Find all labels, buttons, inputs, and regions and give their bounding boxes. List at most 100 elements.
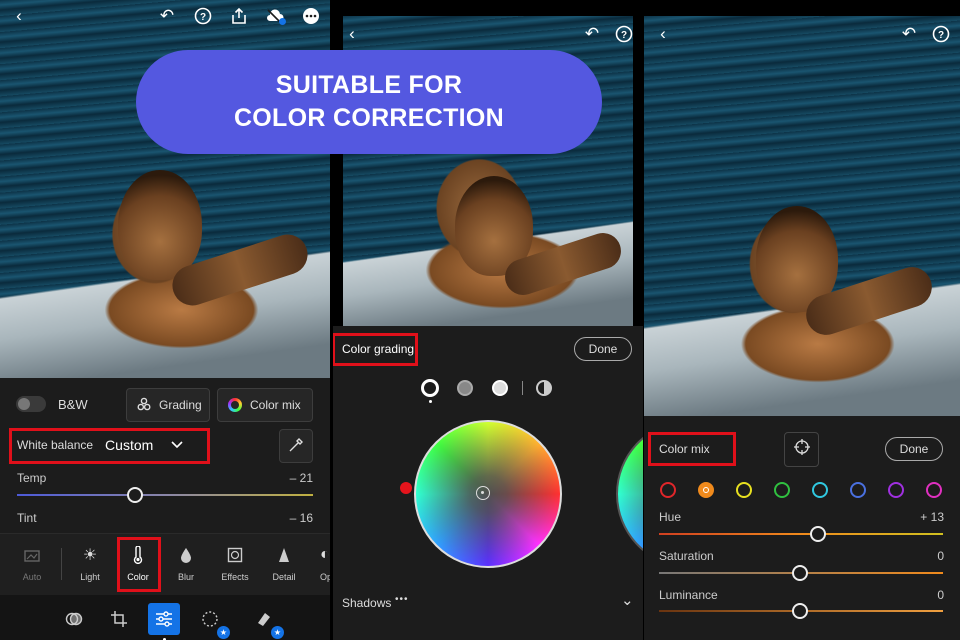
help-icon[interactable]: ? xyxy=(613,23,635,45)
grading-label: Grading xyxy=(159,398,202,412)
drop-icon xyxy=(163,544,209,566)
color-swatch-2[interactable] xyxy=(736,482,752,498)
temp-slider-track[interactable] xyxy=(17,494,313,496)
help-icon[interactable]: ? xyxy=(930,23,952,45)
white-balance-row[interactable]: White balance Custom xyxy=(17,437,183,453)
color-swatch-0[interactable] xyxy=(660,482,676,498)
tool-auto[interactable]: Auto xyxy=(9,544,55,582)
white-balance-value[interactable]: Custom xyxy=(105,437,153,453)
undo-icon[interactable]: ↶ xyxy=(156,5,178,27)
hue-label: Hue xyxy=(659,510,682,524)
eyedropper-button[interactable] xyxy=(279,429,313,463)
tool-light-label: Light xyxy=(80,572,100,582)
more-icon[interactable] xyxy=(300,5,322,27)
svg-text:?: ? xyxy=(938,30,944,41)
cloud-sync-icon[interactable] xyxy=(264,5,286,27)
tool-detail-label: Detail xyxy=(272,572,296,582)
photo-preview xyxy=(644,16,960,416)
global-mode-icon[interactable] xyxy=(536,380,552,396)
edit-tool-strip: Auto ☀ Light Color Blur Effects Detail ◐… xyxy=(0,533,330,595)
tool-effects-label: Effects xyxy=(221,572,249,582)
bottom-nav: ★ ★ xyxy=(0,595,330,640)
color-swatch-5[interactable] xyxy=(850,482,866,498)
status-bar xyxy=(644,0,960,16)
selective-icon[interactable]: ★ xyxy=(194,603,230,639)
tool-auto-label: Auto xyxy=(22,572,42,582)
undo-icon[interactable]: ↶ xyxy=(581,23,603,45)
more-icon[interactable]: ••• xyxy=(395,594,409,605)
panel-title: Color grading xyxy=(342,342,415,356)
share-icon[interactable] xyxy=(228,5,250,27)
temp-label: Temp xyxy=(17,471,47,485)
done-button[interactable]: Done xyxy=(885,437,943,461)
tool-effects[interactable]: Effects xyxy=(212,544,258,582)
saturation-label: Saturation xyxy=(659,549,714,563)
tool-blur[interactable]: Blur xyxy=(163,544,209,582)
back-icon[interactable]: ‹ xyxy=(652,23,674,45)
tool-detail[interactable]: Detail xyxy=(261,544,307,582)
tool-optics[interactable]: ◐ Op xyxy=(306,544,330,582)
mode-divider xyxy=(522,381,523,395)
tint-label: Tint xyxy=(17,511,37,525)
wheel-picker[interactable] xyxy=(476,486,490,500)
hue-slider-thumb[interactable] xyxy=(810,526,826,542)
svg-text:?: ? xyxy=(621,30,627,41)
premium-star-icon: ★ xyxy=(271,626,284,639)
hue-slider-track[interactable] xyxy=(659,533,943,535)
chevron-down-icon[interactable] xyxy=(171,438,183,452)
crop-icon[interactable] xyxy=(103,603,135,635)
color-mix-button[interactable]: Color mix xyxy=(217,388,313,422)
banner-line-2: COLOR CORRECTION xyxy=(233,104,505,132)
edit-icon[interactable] xyxy=(148,603,180,635)
temp-value: – 21 xyxy=(289,471,313,485)
grading-icon xyxy=(137,397,151,414)
hue-value: + 13 xyxy=(920,510,944,524)
status-bar xyxy=(333,0,643,16)
saturation-slider-thumb[interactable] xyxy=(792,565,808,581)
bw-toggle[interactable] xyxy=(16,396,46,412)
target-icon xyxy=(793,438,811,461)
color-swatch-7[interactable] xyxy=(926,482,942,498)
mode-active-dot xyxy=(429,400,432,403)
tool-divider xyxy=(61,548,62,580)
presets-icon[interactable] xyxy=(58,603,90,635)
color-swatch-1[interactable] xyxy=(698,482,714,498)
tool-light[interactable]: ☀ Light xyxy=(67,544,113,582)
color-swatch-3[interactable] xyxy=(774,482,790,498)
color-swatch-6[interactable] xyxy=(888,482,904,498)
next-color-wheel[interactable] xyxy=(616,420,643,568)
grading-button[interactable]: Grading xyxy=(126,388,210,422)
chevron-down-icon[interactable]: ⌄ xyxy=(621,591,634,609)
midtones-mode-icon[interactable] xyxy=(457,380,473,396)
premium-star-icon: ★ xyxy=(217,626,230,639)
tool-blur-label: Blur xyxy=(177,572,194,582)
color-mix-label: Color mix xyxy=(250,398,301,412)
target-adjust-button[interactable] xyxy=(784,432,819,467)
color-mix-icon xyxy=(228,398,242,412)
bw-row: B&W xyxy=(16,396,88,412)
highlights-mode-icon[interactable] xyxy=(492,380,508,396)
tool-optics-label: Op xyxy=(320,572,330,582)
done-button[interactable]: Done xyxy=(574,337,632,361)
top-toolbar: ‹ ↶ ? xyxy=(0,0,330,32)
promo-banner: SUITABLE FOR COLOR CORRECTION xyxy=(136,50,602,154)
saturation-value: 0 xyxy=(937,549,944,563)
undo-icon[interactable]: ↶ xyxy=(898,23,920,45)
back-icon[interactable]: ‹ xyxy=(8,5,30,27)
svg-text:?: ? xyxy=(200,12,206,23)
top-toolbar: ‹ ↶ ? xyxy=(644,18,960,50)
luminance-value: 0 xyxy=(937,588,944,602)
luminance-slider-thumb[interactable] xyxy=(792,603,808,619)
color-swatch-4[interactable] xyxy=(812,482,828,498)
photo-subject xyxy=(118,170,202,280)
shadows-mode-icon[interactable] xyxy=(421,379,439,397)
help-icon[interactable]: ? xyxy=(192,5,214,27)
temp-slider-thumb[interactable] xyxy=(127,487,143,503)
tint-value: – 16 xyxy=(289,511,313,525)
auto-icon xyxy=(9,544,55,566)
shadows-label[interactable]: Shadows xyxy=(342,596,391,610)
back-icon[interactable]: ‹ xyxy=(341,23,363,45)
optics-icon: ◐ xyxy=(320,546,330,563)
healing-icon[interactable]: ★ xyxy=(248,603,284,639)
hue-handle[interactable] xyxy=(400,482,412,494)
